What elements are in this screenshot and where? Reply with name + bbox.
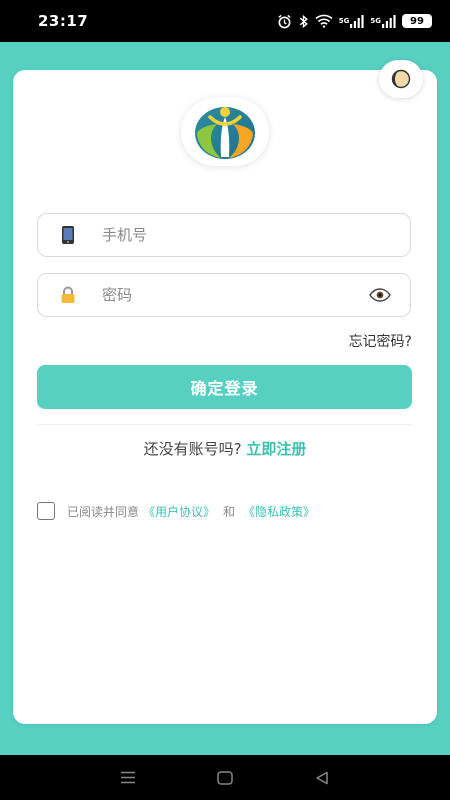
agreement-checkbox[interactable] [37, 502, 55, 520]
eye-icon[interactable] [368, 288, 392, 302]
privacy-policy-link[interactable]: 《隐私政策》 [243, 503, 315, 520]
register-row: 还没有账号吗? 立即注册 [0, 438, 450, 459]
navigation-bar [0, 755, 450, 800]
no-account-text: 还没有账号吗? [143, 440, 242, 458]
login-button[interactable]: 确定登录 [37, 365, 412, 409]
password-field[interactable] [37, 273, 411, 317]
forgot-password-link[interactable]: 忘记密码? [349, 331, 412, 351]
alarm-icon [277, 13, 292, 29]
app-logo [181, 98, 269, 166]
login-screen: 23:17 5G 5G 99 手机号 忘记密码? 确定登录 还没有账号吗? 立即… [0, 0, 450, 800]
bluetooth-icon [298, 13, 309, 29]
theme-toggle-icon [391, 69, 411, 89]
password-input[interactable] [100, 273, 368, 317]
menu-icon[interactable] [113, 763, 143, 793]
back-icon[interactable] [307, 763, 337, 793]
agreement-and: 和 [223, 504, 236, 519]
user-agreement-link[interactable]: 《用户协议》 [143, 503, 215, 520]
signal-icon: 5G [370, 13, 396, 29]
agreement-row: 已阅读并同意 《用户协议》 和 《隐私政策》 [37, 502, 315, 520]
agreement-prefix: 已阅读并同意 [67, 504, 140, 519]
logo-icon [195, 107, 255, 159]
wifi-icon [315, 13, 333, 29]
divider [37, 424, 412, 425]
status-icons: 5G 5G 99 [277, 13, 432, 29]
status-time: 23:17 [38, 12, 89, 30]
register-link[interactable]: 立即注册 [246, 440, 306, 458]
phone-field[interactable] [37, 213, 411, 257]
theme-toggle-button[interactable] [379, 60, 423, 98]
battery-icon: 99 [402, 14, 432, 28]
home-icon[interactable] [210, 763, 240, 793]
signal-icon: 5G [339, 13, 365, 29]
lock-icon [56, 286, 80, 304]
status-bar: 23:17 5G 5G 99 [0, 0, 450, 42]
mobile-phone-icon [56, 225, 80, 245]
phone-input[interactable] [100, 213, 410, 257]
